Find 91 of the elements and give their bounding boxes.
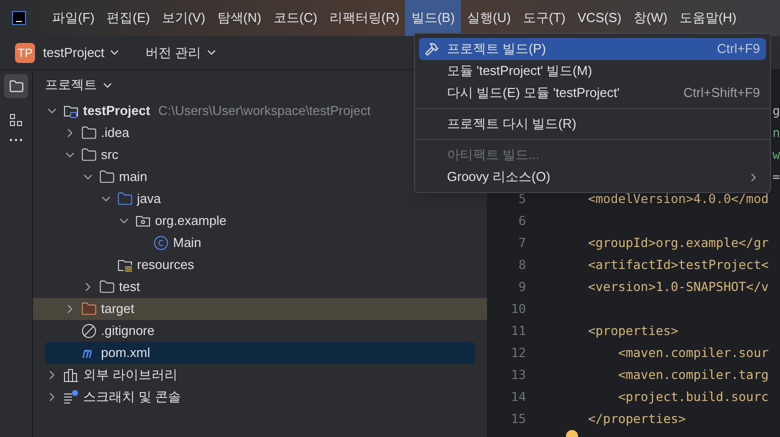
tree-item[interactable]: .gitignore <box>33 320 487 342</box>
line-number: 13 <box>510 366 526 384</box>
menu-item[interactable]: 파일(F) <box>46 0 101 36</box>
line-number: 14 <box>510 388 526 406</box>
hammer-icon <box>425 42 439 56</box>
code-line: g <box>772 102 780 120</box>
folder-icon <box>99 169 115 185</box>
resources-folder-icon <box>117 257 133 273</box>
line-number: 5 <box>518 190 526 208</box>
panel-title-dropdown[interactable]: 프로젝트 <box>45 75 114 95</box>
line-number: 12 <box>510 344 526 362</box>
tree-item[interactable]: 스크래치 및 콘솔 <box>33 386 487 408</box>
folder-icon <box>81 301 97 317</box>
vcs-dropdown[interactable]: 버전 관리 <box>145 42 218 62</box>
shortcut-label: Ctrl+Shift+F9 <box>683 84 760 102</box>
menu-item[interactable]: VCS(S) <box>571 0 628 36</box>
package-folder-icon <box>135 213 151 229</box>
menu-item[interactable]: 코드(C) <box>267 0 324 36</box>
folder-icon <box>81 125 97 141</box>
line-number: 9 <box>518 278 526 296</box>
tree-item[interactable]: target <box>33 298 487 320</box>
menu-item[interactable]: 탐색(N) <box>211 0 268 36</box>
tree-item-label: 스크래치 및 콘솔 <box>83 388 182 406</box>
folder-icon <box>8 78 24 94</box>
tree-item-label: org.example <box>155 212 227 230</box>
tree-item-label: Main <box>173 234 202 252</box>
tree-item[interactable]: java <box>33 188 487 210</box>
code-line: </properties> <box>588 410 686 428</box>
tree-item[interactable]: org.example <box>33 210 487 232</box>
tree-item-label: resources <box>137 256 194 274</box>
code-line: <modelVersion>4.0.0</mod <box>588 190 769 208</box>
code-line: <artifactId>testProject< <box>588 256 769 274</box>
menu-item[interactable]: 리팩터링(R) <box>323 0 406 36</box>
code-line: <maven.compiler.targ <box>617 366 769 384</box>
module-folder-icon <box>63 103 79 119</box>
more-icon[interactable] <box>9 138 23 142</box>
app-logo-icon[interactable] <box>12 11 26 25</box>
menu-item[interactable]: 빌드(B) <box>405 0 461 36</box>
line-number: 8 <box>518 256 526 274</box>
tree-item[interactable]: Main <box>33 232 487 254</box>
code-line: = <box>772 168 780 186</box>
code-line: n <box>772 124 780 142</box>
ignore-icon <box>81 323 97 339</box>
tree-item-label: .idea <box>101 124 130 142</box>
tree-item-label: testProject <box>83 102 150 120</box>
class-icon <box>153 235 169 251</box>
project-dropdown[interactable]: testProject <box>43 42 122 62</box>
tree-item[interactable]: 외부 라이브러리 <box>33 364 487 386</box>
line-number: 11 <box>510 322 526 340</box>
project-badge: TP <box>15 42 35 62</box>
tree-item-label: src <box>101 146 118 164</box>
scratch-icon <box>63 389 79 405</box>
tree-item-label: pom.xml <box>101 344 150 362</box>
menu-item[interactable]: 창(W) <box>628 0 674 36</box>
tree-item-label: .gitignore <box>101 322 154 340</box>
menu-option[interactable]: 다시 빌드(E) 모듈 'testProject' Ctrl+Shift+F9 <box>419 82 766 104</box>
project-path: C:\Users\User\workspace\testProject <box>158 102 371 120</box>
menu-item[interactable]: 도구(T) <box>516 0 572 36</box>
menu-option[interactable]: 모듈 'testProject' 빌드(M) <box>419 60 766 82</box>
tree-item-label: main <box>119 168 148 186</box>
shortcut-label: Ctrl+F9 <box>717 40 760 58</box>
code-line: <groupId>org.example</gr <box>588 234 769 252</box>
menu-option[interactable]: 프로젝트 빌드(P) Ctrl+F9 <box>419 38 766 60</box>
code-line: <properties> <box>588 322 678 340</box>
menu-option[interactable]: 프로젝트 다시 빌드(R) <box>419 113 766 135</box>
code-line: <version>1.0-SNAPSHOT</v <box>588 278 769 296</box>
menu-item[interactable]: 보기(V) <box>156 0 212 36</box>
menu-option[interactable]: Groovy 리소스(O) <box>419 166 766 188</box>
code-line: w <box>772 146 780 164</box>
tree-item-label: test <box>119 278 140 296</box>
line-number: 15 <box>510 410 526 428</box>
menu-item[interactable]: 실행(U) <box>460 0 517 36</box>
tree-item[interactable]: test <box>33 276 487 298</box>
code-line: <maven.compiler.sour <box>617 344 769 362</box>
line-number: 6 <box>518 212 526 230</box>
tree-item[interactable]: resources <box>33 254 487 276</box>
line-number: 7 <box>518 234 526 252</box>
folder-icon <box>117 191 133 207</box>
tree-item-label: target <box>101 300 134 318</box>
project-tool-button[interactable] <box>4 74 28 98</box>
tree-item-label: java <box>137 190 161 208</box>
code-line: <project.build.sourc <box>617 388 769 406</box>
structure-icon[interactable] <box>8 112 24 128</box>
folder-icon <box>99 279 115 295</box>
line-number: 10 <box>510 300 526 318</box>
menu-item[interactable]: 도움말(H) <box>673 0 742 36</box>
folder-icon <box>81 147 97 163</box>
library-icon <box>63 367 79 383</box>
tree-item[interactable]: pom.xml <box>45 342 475 364</box>
tree-item-label: 외부 라이브러리 <box>83 366 178 384</box>
menu-item[interactable]: 편집(E) <box>100 0 156 36</box>
